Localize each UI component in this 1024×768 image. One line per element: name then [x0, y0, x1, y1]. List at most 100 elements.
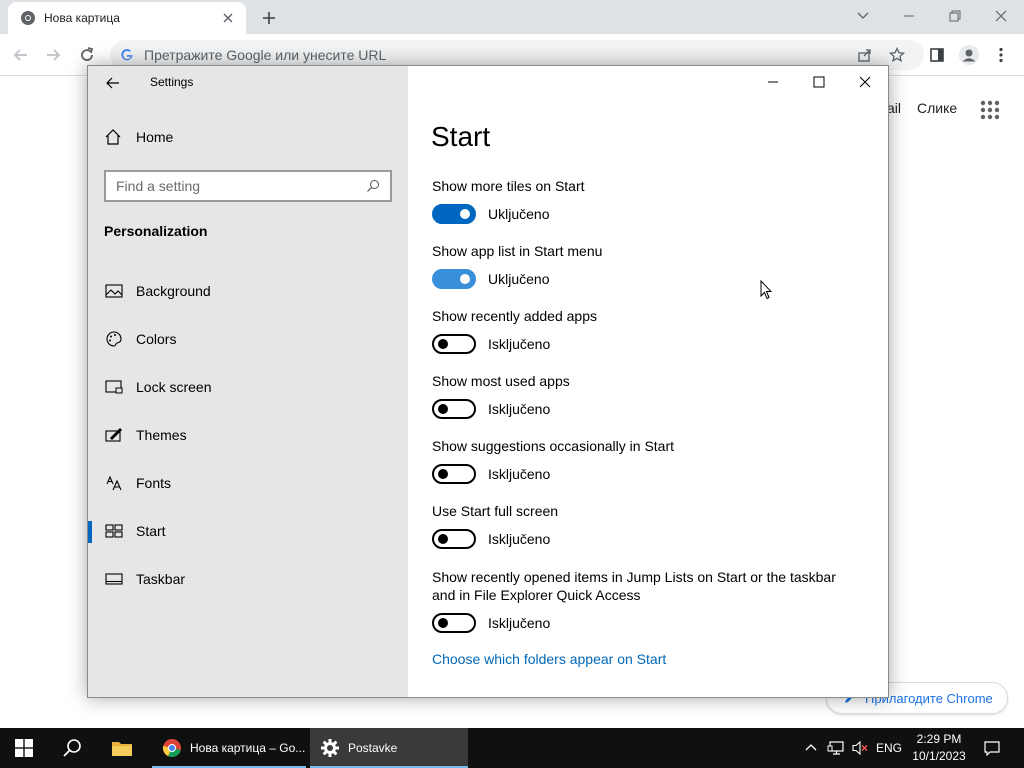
nav-item-start[interactable]: Start — [88, 511, 408, 551]
settings-close-button[interactable] — [850, 70, 880, 94]
nav-item-colors[interactable]: Colors — [88, 319, 408, 359]
volume-muted-icon — [852, 740, 868, 756]
chrome-tab-strip: Нова картица — [0, 0, 1024, 34]
browser-close-button[interactable] — [986, 4, 1016, 28]
toggle-state: Isključeno — [488, 401, 551, 417]
minimize-icon — [904, 15, 914, 17]
chrome-logo-icon — [162, 739, 181, 758]
nav-item-taskbar[interactable]: Taskbar — [88, 559, 408, 599]
profile-button[interactable] — [958, 44, 980, 66]
side-panel-icon — [930, 48, 944, 62]
settings-window: Settings Home Personalization Background… — [87, 65, 889, 698]
nav-item-background[interactable]: Background — [88, 271, 408, 311]
toggle-knob — [460, 209, 470, 219]
page-title: Start — [431, 121, 491, 152]
arrow-right-icon — [47, 49, 61, 61]
toggle-state: Uključeno — [488, 271, 550, 287]
bookmark-button[interactable] — [886, 44, 908, 66]
window-title: Settings — [150, 75, 194, 89]
toggle-row-app-list: Uključeno — [432, 269, 549, 289]
toggle-more-tiles[interactable] — [432, 204, 476, 224]
avatar-icon — [959, 45, 979, 65]
back-button[interactable] — [10, 44, 32, 66]
clock[interactable]: 2:29 PM 10/1/2023 — [906, 731, 972, 765]
nav-item-fonts[interactable]: Fonts — [88, 463, 408, 503]
gmail-link[interactable]: ail — [887, 100, 901, 116]
chrome-menu-button[interactable] — [990, 44, 1012, 66]
tab-search-button[interactable] — [848, 4, 878, 28]
option-label-jump-lists-line1: Show recently opened items in Jump Lists… — [432, 569, 836, 585]
browser-tab[interactable]: Нова картица — [8, 2, 246, 34]
taskbar-settings-item[interactable]: Postavke — [310, 728, 468, 768]
images-link[interactable]: Слике — [917, 100, 957, 116]
search-button[interactable] — [48, 728, 96, 768]
mouse-cursor-icon — [760, 280, 772, 300]
brush-icon — [104, 425, 124, 445]
volume-button[interactable] — [848, 728, 872, 768]
search-icon[interactable] — [366, 179, 380, 193]
toggle-full-screen[interactable] — [432, 529, 476, 549]
home-icon — [105, 129, 121, 145]
action-center-button[interactable] — [980, 728, 1004, 768]
nav-item-themes[interactable]: Themes — [88, 415, 408, 455]
toggle-state: Isključeno — [488, 466, 551, 482]
option-label-more-tiles: Show more tiles on Start — [432, 178, 585, 194]
home-label: Home — [136, 129, 174, 145]
nav-label-colors: Colors — [136, 331, 177, 347]
nav-label-themes: Themes — [136, 427, 187, 443]
settings-maximize-button[interactable] — [804, 70, 834, 94]
maximize-icon — [813, 76, 825, 88]
settings-minimize-button[interactable] — [758, 70, 788, 94]
lock-screen-icon — [104, 377, 124, 397]
start-icon — [104, 521, 124, 541]
taskbar: Нова картица – Go... Postavke ENG 2:29 P… — [0, 728, 1024, 768]
forward-button[interactable] — [42, 44, 64, 66]
arrow-left-icon — [13, 49, 27, 61]
more-vertical-icon — [999, 47, 1003, 63]
chevron-up-icon — [805, 744, 817, 751]
toggle-knob — [438, 534, 448, 544]
choose-folders-link[interactable]: Choose which folders appear on Start — [432, 651, 666, 667]
side-panel-button[interactable] — [926, 44, 948, 66]
find-setting-box[interactable] — [104, 170, 392, 202]
toggle-most-used[interactable] — [432, 399, 476, 419]
browser-restore-button[interactable] — [940, 4, 970, 28]
share-button[interactable] — [854, 44, 876, 66]
google-apps-icon[interactable] — [980, 100, 1000, 120]
palette-icon — [104, 329, 124, 349]
home-nav-item[interactable]: Home — [104, 128, 173, 146]
settings-back-button[interactable] — [102, 72, 124, 94]
language-indicator[interactable]: ENG — [876, 741, 902, 755]
nav-label-lock-screen: Lock screen — [136, 379, 212, 395]
find-setting-input[interactable] — [116, 178, 366, 194]
gear-icon — [321, 739, 339, 757]
arrow-left-icon — [106, 77, 119, 89]
toggle-app-list[interactable] — [432, 269, 476, 289]
option-label-most-used: Show most used apps — [432, 373, 570, 389]
network-icon — [827, 741, 844, 755]
browser-minimize-button[interactable] — [894, 4, 924, 28]
settings-sidebar: Settings Home Personalization Background… — [88, 66, 408, 697]
close-tab-icon[interactable] — [220, 10, 236, 26]
file-explorer-button[interactable] — [96, 728, 148, 768]
close-icon — [995, 10, 1007, 22]
toggle-row-jump-lists: Isključeno — [432, 613, 550, 633]
section-heading: Personalization — [104, 223, 208, 239]
new-tab-button[interactable] — [258, 7, 280, 29]
option-label-suggestions: Show suggestions occasionally in Start — [432, 438, 675, 454]
start-button[interactable] — [0, 728, 48, 768]
toggle-row-suggestions: Isključeno — [432, 464, 550, 484]
reload-button[interactable] — [76, 44, 98, 66]
taskbar-chrome-item[interactable]: Нова картица – Go... — [152, 728, 306, 768]
nav-label-taskbar: Taskbar — [136, 571, 186, 587]
toggle-recently-added[interactable] — [432, 334, 476, 354]
nav-item-lock-screen[interactable]: Lock screen — [88, 367, 408, 407]
folder-icon — [112, 742, 132, 756]
toggle-jump-lists[interactable] — [432, 613, 476, 633]
taskbar-icon — [104, 569, 124, 589]
show-hidden-icons-button[interactable] — [800, 728, 822, 768]
network-button[interactable] — [824, 728, 848, 768]
reload-icon — [81, 47, 94, 61]
toggle-row-full-screen: Isključeno — [432, 529, 550, 549]
toggle-suggestions[interactable] — [432, 464, 476, 484]
